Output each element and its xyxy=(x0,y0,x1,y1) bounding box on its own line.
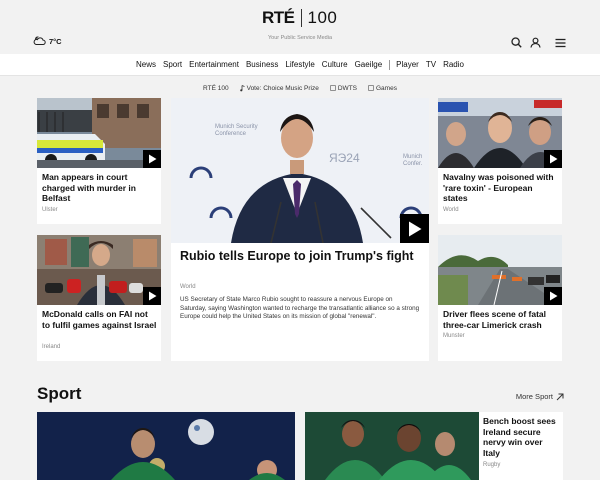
weather-widget[interactable]: 7°C xyxy=(33,36,62,46)
sport-section-title[interactable]: Sport xyxy=(37,384,81,404)
play-icon xyxy=(148,291,156,301)
headline[interactable]: Navalny was poisoned with 'rare toxin' -… xyxy=(443,172,558,204)
subnav-label: Vote: Choice Music Prize xyxy=(246,84,319,92)
music-note-icon xyxy=(239,84,245,91)
play-button[interactable] xyxy=(544,287,562,305)
rte-logo[interactable]: RTÉ 100 xyxy=(262,8,337,28)
nav-item-business[interactable]: Business xyxy=(242,60,281,69)
cloud-moon-icon xyxy=(33,36,46,45)
play-button[interactable] xyxy=(400,214,429,243)
tagline: Your Public Service Media xyxy=(268,35,332,41)
subnav-label: DWTS xyxy=(337,84,357,92)
nav-item-radio[interactable]: Radio xyxy=(440,60,468,69)
subnav-label: RTÉ 100 xyxy=(203,84,229,92)
subnav-label: Games xyxy=(376,84,397,92)
nav-item-lifestyle[interactable]: Lifestyle xyxy=(282,60,318,69)
news-card-navalny[interactable]: Navalny was poisoned with 'rare toxin' -… xyxy=(438,98,562,224)
section-tag[interactable]: Rugby xyxy=(483,462,500,468)
menu-icon[interactable] xyxy=(555,38,566,48)
play-icon xyxy=(408,221,421,236)
nav-item-news[interactable]: News xyxy=(133,60,160,69)
news-card-limerick[interactable]: Driver flees scene of fatal three-car Li… xyxy=(438,235,562,361)
svg-text:Munich Security: Munich Security xyxy=(215,124,258,130)
play-icon xyxy=(549,291,557,301)
main-nav: News Sport Entertainment Business Lifest… xyxy=(0,54,600,76)
football-thumbnail xyxy=(37,412,295,480)
feature-summary: US Secretary of State Marco Rubio sought… xyxy=(180,296,420,321)
nav-item-tv[interactable]: TV xyxy=(422,60,439,69)
svg-text:ЯЭ24: ЯЭ24 xyxy=(329,151,360,165)
search-icon[interactable] xyxy=(511,37,522,48)
section-tag[interactable]: Ireland xyxy=(42,344,60,350)
nav-item-gaeilge[interactable]: Gaeilge xyxy=(351,60,386,69)
section-tag[interactable]: Ulster xyxy=(42,207,58,213)
feature-card-rubio[interactable]: Munich Security Conference Munich Confer… xyxy=(171,98,429,361)
svg-text:Confer.: Confer. xyxy=(403,161,423,167)
news-card-belfast[interactable]: Man appears in court charged with murder… xyxy=(37,98,161,224)
svg-text:Conference: Conference xyxy=(215,131,247,137)
nav-item-culture[interactable]: Culture xyxy=(318,60,351,69)
sport-card-rugby[interactable]: Bench boost sees Ireland secure nervy wi… xyxy=(305,412,563,480)
more-sport-label: More Sport xyxy=(515,392,553,401)
nav-item-sport[interactable]: Sport xyxy=(160,60,186,69)
svg-text:Munich: Munich xyxy=(403,154,422,160)
logo-rte-text: RTÉ xyxy=(262,8,295,27)
feature-headline[interactable]: Rubio tells Europe to join Trump's fight xyxy=(180,249,420,264)
sub-nav: RTÉ 100 Vote: Choice Music Prize DWTS Ga… xyxy=(0,80,600,96)
play-button[interactable] xyxy=(544,150,562,168)
header-actions xyxy=(511,37,566,48)
subnav-item-dwts[interactable]: DWTS xyxy=(330,85,357,92)
play-button[interactable] xyxy=(143,150,161,168)
subnav-item-vote[interactable]: Vote: Choice Music Prize xyxy=(239,84,319,92)
play-icon xyxy=(549,154,557,164)
square-icon xyxy=(368,85,374,91)
headline[interactable]: McDonald calls on FAI not to fulfil game… xyxy=(42,309,157,330)
headline[interactable]: Bench boost sees Ireland secure nervy wi… xyxy=(483,416,559,458)
rugby-thumbnail xyxy=(305,412,479,480)
sport-card-football[interactable] xyxy=(37,412,295,480)
more-sport-link[interactable]: More Sport xyxy=(516,392,564,401)
temperature: 7°C xyxy=(49,36,62,46)
logo-100-text: 100 xyxy=(307,8,338,27)
arrow-up-right-icon xyxy=(556,393,564,400)
site-header: RTÉ 100 Your Public Service Media 7°C xyxy=(0,0,600,54)
subnav-item-games[interactable]: Games xyxy=(368,85,397,92)
section-tag[interactable]: World xyxy=(443,207,459,213)
subnav-item-rte100[interactable]: RTÉ 100 xyxy=(203,85,229,92)
play-button[interactable] xyxy=(143,287,161,305)
rubio-thumbnail: Munich Security Conference Munich Confer… xyxy=(171,98,429,243)
section-tag[interactable]: Munster xyxy=(443,333,465,339)
logo-divider xyxy=(300,9,302,27)
news-card-mcdonald[interactable]: McDonald calls on FAI not to fulfil game… xyxy=(37,235,161,361)
play-icon xyxy=(148,154,156,164)
user-icon[interactable] xyxy=(530,37,541,48)
nav-item-entertainment[interactable]: Entertainment xyxy=(186,60,243,69)
nav-item-player[interactable]: Player xyxy=(393,60,423,69)
square-icon xyxy=(330,85,336,91)
headline[interactable]: Man appears in court charged with murder… xyxy=(42,172,157,204)
nav-divider xyxy=(388,59,390,70)
section-tag[interactable]: World xyxy=(180,284,196,290)
headline[interactable]: Driver flees scene of fatal three-car Li… xyxy=(443,309,558,330)
